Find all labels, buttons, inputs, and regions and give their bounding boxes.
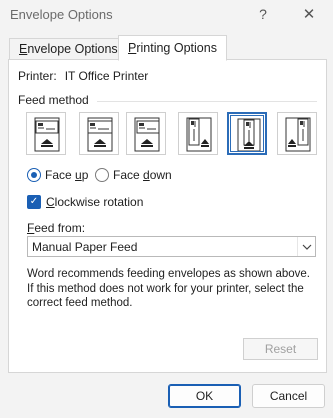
envelope-rotated-left-icon xyxy=(186,117,212,152)
help-icon: ? xyxy=(259,6,267,22)
face-down-radio[interactable] xyxy=(95,168,109,182)
chevron-down-icon[interactable] xyxy=(297,237,315,256)
tab-strip: Envelope Options Printing Options xyxy=(8,35,328,61)
reset-button[interactable]: Reset xyxy=(243,338,318,360)
face-up-option[interactable]: Face up xyxy=(27,168,88,182)
feed-method-2-button[interactable] xyxy=(79,112,119,155)
feed-from-select[interactable]: Manual Paper Feed xyxy=(27,236,316,257)
feed-from-value: Manual Paper Feed xyxy=(32,240,138,254)
checkmark-icon: ✓ xyxy=(29,196,39,207)
clockwise-rotation-label: Clockwise rotation xyxy=(46,195,144,209)
envelope-rotated-center-icon xyxy=(237,118,261,152)
face-down-label: Face down xyxy=(113,168,172,182)
envelope-rotated-right-icon xyxy=(285,117,311,152)
face-down-option[interactable]: Face down xyxy=(95,168,172,182)
window-title: Envelope Options xyxy=(10,7,113,22)
printer-label: Printer: xyxy=(18,69,57,83)
feed-method-3-button[interactable] xyxy=(126,112,166,155)
tab-printing-options[interactable]: Printing Options xyxy=(118,35,227,61)
printer-name: IT Office Printer xyxy=(64,69,149,83)
face-up-label: Face up xyxy=(45,168,89,182)
feed-method-5-button[interactable] xyxy=(227,112,267,155)
face-up-radio[interactable] xyxy=(27,168,41,182)
feed-method-divider xyxy=(97,101,317,102)
clockwise-rotation-option[interactable]: ✓ Clockwise rotation xyxy=(27,195,143,209)
feed-method-4-button[interactable] xyxy=(178,112,218,155)
envelope-face-up-center-icon xyxy=(87,117,113,152)
envelope-face-up-left-icon xyxy=(34,117,60,152)
feed-method-1-button[interactable] xyxy=(26,112,66,155)
feed-from-label: Feed from: xyxy=(27,221,86,235)
tab-envelope-options-label: nvelope Options xyxy=(27,42,118,56)
cancel-button[interactable]: Cancel xyxy=(252,384,325,408)
feed-method-6-button[interactable] xyxy=(277,112,317,155)
tab-envelope-options[interactable]: Envelope Options xyxy=(9,38,128,60)
tab-printing-options-label: rinting Options xyxy=(136,41,217,55)
title-bar: Envelope Options ? ✕ xyxy=(0,0,333,30)
ok-button[interactable]: OK xyxy=(168,384,241,408)
printing-options-panel: Printer: IT Office Printer Feed method F… xyxy=(8,59,327,373)
clockwise-rotation-checkbox[interactable]: ✓ xyxy=(27,195,41,209)
feed-method-label: Feed method xyxy=(18,93,89,107)
close-button[interactable]: ✕ xyxy=(296,2,322,26)
printer-row: Printer: IT Office Printer xyxy=(18,69,148,83)
close-icon: ✕ xyxy=(302,6,316,23)
help-button[interactable]: ? xyxy=(250,2,276,26)
feed-recommendation-text: Word recommends feeding envelopes as sho… xyxy=(27,268,310,309)
envelope-options-dialog: Envelope Options ? ✕ Envelope Options Pr… xyxy=(0,0,333,418)
envelope-face-up-right-icon xyxy=(134,117,160,152)
